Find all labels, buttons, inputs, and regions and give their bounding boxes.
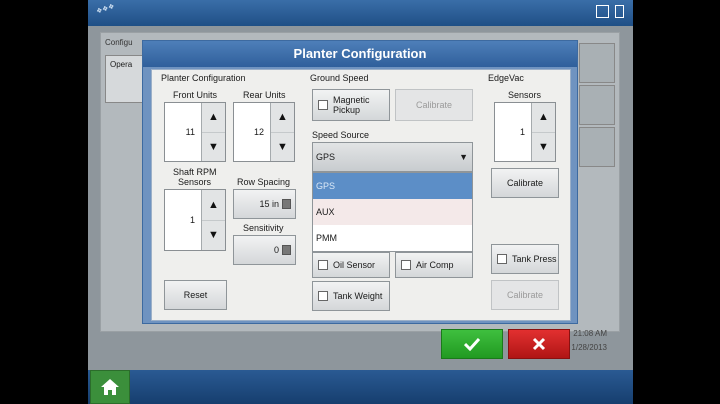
down-arrow-icon[interactable]: ▼ (202, 219, 225, 251)
bottom-bar (88, 370, 633, 404)
edgevac-section-label: EdgeVac (488, 73, 524, 83)
background-panel-title: Configu (105, 38, 133, 47)
clock-date: 1/28/2013 (571, 343, 607, 352)
row-spacing-field[interactable]: 15 in (233, 189, 296, 219)
planter-section-label: Planter Configuration (161, 73, 246, 83)
rear-units-value: 12 (253, 127, 264, 137)
magnetic-pickup-checkbox[interactable]: Magnetic Pickup (312, 89, 390, 121)
brand-logo: ❖❖❖ (95, 3, 116, 16)
window-small-icon[interactable] (615, 5, 624, 18)
top-bar: ❖❖❖ (88, 0, 633, 26)
edgevac-sensors-value: 1 (519, 127, 525, 137)
up-arrow-icon[interactable]: ▲ (532, 103, 555, 132)
checkbox-box (401, 260, 411, 270)
tank-press-label: Tank Press (512, 254, 557, 264)
background-report-button (579, 85, 615, 125)
tank-press-calibrate-button[interactable]: Calibrate (491, 280, 559, 310)
down-arrow-icon[interactable]: ▼ (202, 131, 225, 162)
sensitivity-label: Sensitivity (243, 223, 284, 233)
checkbox-box (318, 100, 328, 110)
check-icon (464, 337, 480, 351)
front-units-value: 11 (185, 127, 195, 137)
row-spacing-label: Row Spacing (237, 177, 291, 187)
shaft-rpm-label-line2: Sensors (178, 177, 212, 187)
ground-speed-calibrate-button[interactable]: Calibrate (395, 89, 473, 121)
background-device-button (579, 127, 615, 167)
calculator-icon (282, 199, 291, 209)
down-arrow-icon[interactable]: ▼ (532, 131, 555, 162)
tank-press-checkbox[interactable]: Tank Press (491, 244, 559, 274)
background-tool-button (579, 43, 615, 83)
rear-units-stepper: 12 ▲ ▼ (233, 102, 295, 162)
rear-units-label: Rear Units (243, 90, 286, 100)
front-units-stepper: 11 ▲ ▼ (164, 102, 226, 162)
sensitivity-field[interactable]: 0 (233, 235, 296, 265)
shaft-rpm-value: 1 (189, 215, 195, 225)
shaft-rpm-stepper: 1 ▲ ▼ (164, 189, 226, 251)
oil-sensor-checkbox[interactable]: Oil Sensor (312, 252, 390, 278)
tank-weight-checkbox[interactable]: Tank Weight (312, 281, 390, 311)
magnetic-pickup-label-line2: Pickup (333, 105, 361, 115)
air-comp-label: Air Comp (416, 260, 454, 270)
speed-source-option-gps[interactable]: GPS (313, 173, 472, 199)
calculator-icon (282, 245, 291, 255)
ok-button[interactable] (441, 329, 503, 359)
home-icon (101, 379, 119, 395)
chevron-down-icon: ▼ (459, 152, 468, 162)
window-icon[interactable] (596, 5, 609, 18)
up-arrow-icon[interactable]: ▲ (202, 190, 225, 220)
planter-configuration-dialog: Planter Configuration Planter Configurat… (142, 40, 578, 324)
up-arrow-icon[interactable]: ▲ (271, 103, 294, 132)
home-button[interactable] (90, 370, 130, 404)
row-spacing-value: 15 in (259, 199, 279, 209)
speed-source-select[interactable]: GPS ▼ (312, 142, 473, 172)
down-arrow-icon[interactable]: ▼ (271, 131, 294, 162)
oil-sensor-label: Oil Sensor (333, 260, 376, 270)
checkbox-box (318, 291, 328, 301)
sensitivity-value: 0 (273, 245, 279, 255)
air-comp-checkbox[interactable]: Air Comp (395, 252, 473, 278)
reset-button[interactable]: Reset (164, 280, 227, 310)
edgevac-sensors-stepper: 1 ▲ ▼ (494, 102, 556, 162)
edgevac-sensors-label: Sensors (508, 90, 542, 100)
speed-source-selected: GPS (316, 152, 336, 162)
speed-source-option-aux[interactable]: AUX (313, 199, 472, 225)
ground-speed-section-label: Ground Speed (310, 73, 369, 83)
tank-weight-label: Tank Weight (333, 291, 383, 301)
cancel-button[interactable] (508, 329, 570, 359)
dialog-title: Planter Configuration (143, 41, 577, 67)
edgevac-calibrate-button[interactable]: Calibrate (491, 168, 559, 198)
magnetic-pickup-label-line1: Magnetic (333, 95, 370, 105)
front-units-label: Front Units (173, 90, 218, 100)
x-icon (532, 337, 546, 351)
speed-source-dropdown: GPS AUX PMM (312, 172, 473, 252)
checkbox-box (497, 254, 507, 264)
up-arrow-icon[interactable]: ▲ (202, 103, 225, 132)
speed-source-option-pmm[interactable]: PMM (313, 225, 472, 251)
shaft-rpm-label-line1: Shaft RPM (173, 167, 217, 177)
speed-source-label: Speed Source (312, 130, 370, 140)
dialog-body: Planter Configuration Front Units 11 ▲ ▼… (151, 69, 571, 321)
clock-time: 21:08 AM (573, 329, 607, 338)
checkbox-box (318, 260, 328, 270)
background-operation-box: Opera (105, 55, 145, 103)
